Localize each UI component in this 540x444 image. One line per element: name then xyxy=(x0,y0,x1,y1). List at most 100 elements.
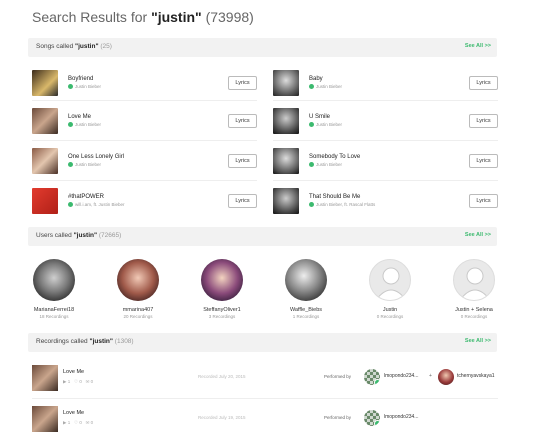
page-title: Search Results for "justin" (73998) xyxy=(32,9,254,25)
lyrics-button[interactable]: Lyrics xyxy=(469,154,498,168)
row-divider xyxy=(32,140,257,141)
song-item[interactable]: #thatPOWER will.i.am, ft. Justin Bieber Ly… xyxy=(32,188,257,214)
recording-date: Recorded July 20, 2015 xyxy=(198,374,246,379)
song-artist: Justin Bieber xyxy=(68,162,101,167)
song-title[interactable]: Somebody To Love xyxy=(309,154,360,160)
check-badge-icon xyxy=(309,202,314,207)
row-divider xyxy=(32,398,498,399)
performer-avatar[interactable] xyxy=(364,369,380,385)
lyrics-button[interactable]: Lyrics xyxy=(228,114,257,128)
check-badge-icon xyxy=(309,84,314,89)
user-card[interactable]: Justin 0 Recordings xyxy=(362,259,418,319)
song-cover-art[interactable] xyxy=(32,188,58,214)
performer-name[interactable]: tchernyavskaya1 xyxy=(457,373,495,379)
song-item[interactable]: Love Me Justin Bieber Lyrics xyxy=(32,108,257,134)
performed-by-label: Performed by xyxy=(324,374,352,379)
song-title[interactable]: Boyfriend xyxy=(68,76,93,82)
play-icon: ▶ xyxy=(63,420,67,425)
song-title[interactable]: One Less Lonely Girl xyxy=(68,154,124,160)
lyrics-button[interactable]: Lyrics xyxy=(228,154,257,168)
user-name[interactable]: Waffle_Biebs xyxy=(278,307,334,313)
recordings-section-label: Recordings called "justin" (1308) xyxy=(36,338,134,345)
songs-see-all-link[interactable]: See All >> xyxy=(465,43,491,49)
user-name[interactable]: Justin + Selena xyxy=(446,307,502,313)
user-name[interactable]: SteffanyOliver1 xyxy=(194,307,250,313)
users-see-all-link[interactable]: See All >> xyxy=(465,232,491,238)
play-icon: ▶ xyxy=(63,379,67,384)
recording-stats: ▶ 1 ♡ 0 ✉ 0 xyxy=(63,420,94,425)
user-icon[interactable] xyxy=(369,259,411,301)
lyrics-button[interactable]: Lyrics xyxy=(228,76,257,90)
song-cover-art[interactable] xyxy=(32,70,58,96)
user-card[interactable]: MarianaFerrei18 18 Recordings xyxy=(26,259,82,319)
row-divider xyxy=(32,180,257,181)
song-cover-art[interactable] xyxy=(273,108,299,134)
avatar[interactable] xyxy=(285,259,327,301)
recording-cover-art[interactable] xyxy=(32,365,58,391)
recording-row[interactable]: Love Me ▶ 1 ♡ 0 ✉ 0 Recorded July 20, 2015… xyxy=(32,365,498,392)
song-cover-art[interactable] xyxy=(32,108,58,134)
recordings-see-all-link[interactable]: See All >> xyxy=(465,338,491,344)
performer-avatar[interactable] xyxy=(364,410,380,426)
recording-stats: ▶ 1 ♡ 0 ✉ 0 xyxy=(63,379,94,384)
song-artist: Justin Bieber xyxy=(309,162,342,167)
duet-plus: + xyxy=(429,373,432,379)
song-item[interactable]: That Should Be Me Justin Bieber, ft. Rasc… xyxy=(273,188,498,214)
user-icon[interactable] xyxy=(453,259,495,301)
song-cover-art[interactable] xyxy=(273,70,299,96)
avatar[interactable] xyxy=(117,259,159,301)
users-section-label: Users called "justin" (72665) xyxy=(36,232,122,239)
user-card[interactable]: mmarina407 20 Recordings xyxy=(110,259,166,319)
check-badge-icon xyxy=(374,420,380,426)
songs-section-label: Songs called "justin" (25) xyxy=(36,43,112,50)
song-item[interactable]: One Less Lonely Girl Justin Bieber Lyrics xyxy=(32,148,257,174)
check-badge-icon xyxy=(68,122,73,127)
song-item[interactable]: Somebody To Love Justin Bieber Lyrics xyxy=(273,148,498,174)
song-artist: Justin Bieber, ft. Rascal Flatts xyxy=(309,202,375,207)
performer-name[interactable]: lmopondo234... xyxy=(384,414,418,420)
song-title[interactable]: #thatPOWER xyxy=(68,194,104,200)
user-card[interactable]: Waffle_Biebs 1 Recordings xyxy=(278,259,334,319)
recording-title[interactable]: Love Me xyxy=(63,369,84,375)
check-badge-icon xyxy=(374,379,380,385)
song-artist: Justin Bieber xyxy=(68,122,101,127)
comment-icon: ✉ xyxy=(85,420,90,425)
performer-avatar[interactable] xyxy=(438,369,454,385)
song-artist: Justin Bieber xyxy=(309,122,342,127)
recording-cover-art[interactable] xyxy=(32,406,58,432)
comment-icon: ✉ xyxy=(85,379,90,384)
avatar[interactable] xyxy=(33,259,75,301)
lyrics-button[interactable]: Lyrics xyxy=(469,76,498,90)
recording-title[interactable]: Love Me xyxy=(63,410,84,416)
user-recordings-count: 3 Recordings xyxy=(208,314,236,319)
user-name[interactable]: Justin xyxy=(362,307,418,313)
song-title[interactable]: That Should Be Me xyxy=(309,194,360,200)
songs-section-header: Songs called "justin" (25) See All >> xyxy=(28,38,497,57)
song-cover-art[interactable] xyxy=(273,148,299,174)
user-card[interactable]: SteffanyOliver1 3 Recordings xyxy=(194,259,250,319)
song-title[interactable]: Baby xyxy=(309,76,323,82)
users-section-header: Users called "justin" (72665) See All >> xyxy=(28,227,497,246)
song-cover-art[interactable] xyxy=(273,188,299,214)
song-cover-art[interactable] xyxy=(32,148,58,174)
song-item[interactable]: U Smile Justin Bieber Lyrics xyxy=(273,108,498,134)
user-recordings-count: 0 Recordings xyxy=(376,314,404,319)
user-name[interactable]: mmarina407 xyxy=(110,307,166,313)
lyrics-button[interactable]: Lyrics xyxy=(469,194,498,208)
recording-date: Recorded July 19, 2015 xyxy=(198,415,246,420)
avatar[interactable] xyxy=(201,259,243,301)
song-title[interactable]: U Smile xyxy=(309,114,330,120)
song-artist: Justin Bieber xyxy=(68,84,101,89)
user-name[interactable]: MarianaFerrei18 xyxy=(26,307,82,313)
song-item[interactable]: Boyfriend Justin Bieber Lyrics xyxy=(32,70,257,96)
heart-icon: ♡ xyxy=(74,379,79,384)
user-card[interactable]: Justin + Selena 0 Recordings xyxy=(446,259,502,319)
recording-row[interactable]: Love Me ▶ 1 ♡ 0 ✉ 0 Recorded July 19, 2015… xyxy=(32,406,498,433)
lyrics-button[interactable]: Lyrics xyxy=(228,194,257,208)
performer-name[interactable]: lmopondo234... xyxy=(384,373,418,379)
user-recordings-count: 20 Recordings xyxy=(123,314,153,319)
song-item[interactable]: Baby Justin Bieber Lyrics xyxy=(273,70,498,96)
recordings-section-header: Recordings called "justin" (1308) See Al… xyxy=(28,333,497,352)
lyrics-button[interactable]: Lyrics xyxy=(469,114,498,128)
song-title[interactable]: Love Me xyxy=(68,114,91,120)
